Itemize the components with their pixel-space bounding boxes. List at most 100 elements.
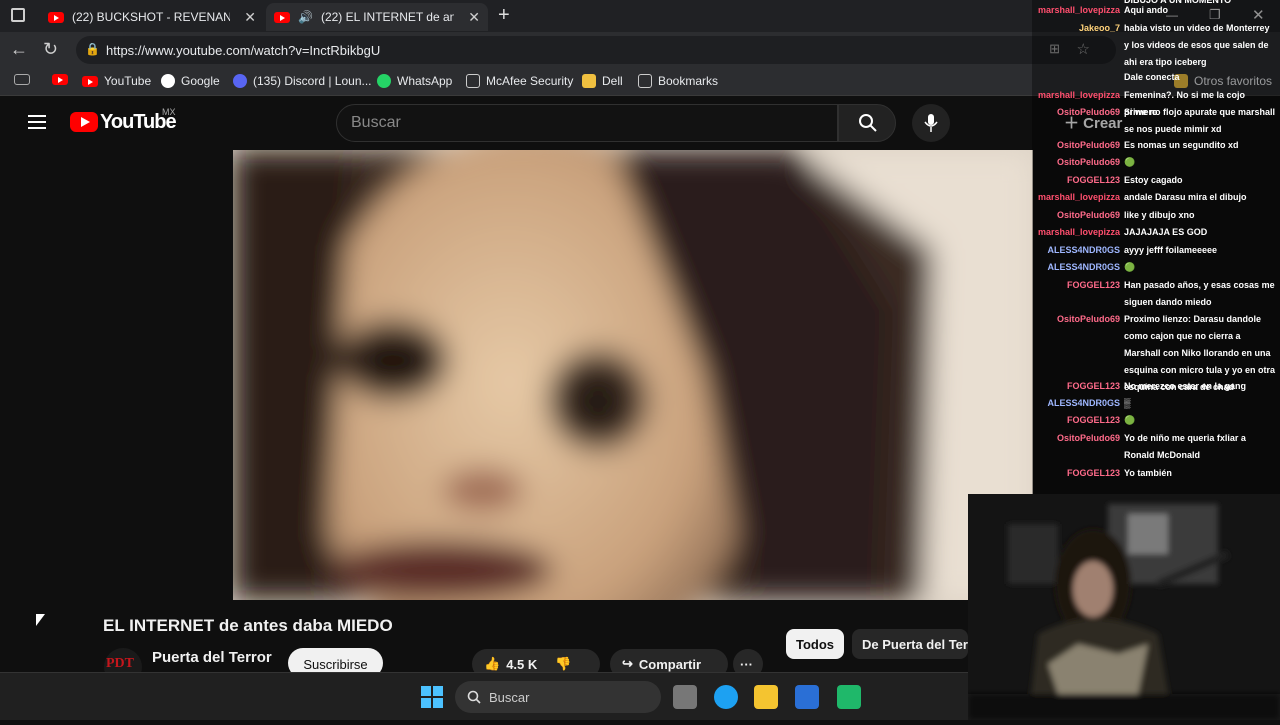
chat-text: like y dibujo xno [1124,210,1195,220]
chat-username: marshall_lovepizza [1037,5,1120,15]
chat-text: 🟢 [1124,262,1136,272]
chat-text: Es nomas un segundito xd [1124,140,1239,150]
voice-search-button[interactable] [912,104,950,142]
reload-icon[interactable]: ↻ [43,39,58,60]
chat-message: marshall_lovepizza JAJAJAJA ES GOD [1032,224,1277,241]
like-count: 4.5 K [506,656,538,672]
chat-message: OsitoPeludo69 like y dibujo xno [1032,207,1277,224]
edge-browser-icon[interactable] [714,685,738,709]
bookmark-youtube[interactable]: YouTube [82,74,151,88]
youtube-shortcut-icon[interactable] [52,74,68,85]
chat-username: OsitoPeludo69 [1056,210,1120,220]
tab-title: (22) BUCKSHOT - REVENANT PRO [72,10,231,24]
chip-channel[interactable]: De Puerta del Terr [852,629,968,659]
microphone-icon [924,114,938,132]
menu-icon[interactable] [28,115,46,129]
tab-close-icon[interactable]: ✕ [244,9,256,26]
search-icon [467,690,481,704]
address-url: https://www.youtube.com/watch?v=InctRbik… [106,42,381,58]
tab-buckshot[interactable]: (22) BUCKSHOT - REVENANT PRO ✕ [40,3,264,31]
tab-title: (22) EL INTERNET de antes d [320,10,455,24]
bookmark-dell[interactable]: Dell [582,74,623,88]
video-player[interactable] [233,150,1033,600]
chat-message: marshall_lovepizza andale Darasu mira el … [1032,189,1277,206]
video-title: EL INTERNET de antes daba MIEDO [103,616,393,635]
chat-text: ▒ [1124,398,1131,408]
search-icon [859,114,877,132]
chat-message: Jakeoo_7 habia visto un video de Monterre… [1032,20,1277,71]
microsoft-store-icon[interactable] [795,685,819,709]
chip-todos[interactable]: Todos [786,629,845,659]
chat-message: ALESS4NDR0GS 🟢 [1032,259,1277,276]
chat-message: FOGGEL123 Estoy cagado [1032,172,1277,189]
youtube-logo-icon[interactable] [70,112,98,132]
chat-username: ALESS4NDR0GS [1047,398,1120,408]
chat-text: Yo de niño me queria fxliar a Ronald McD… [1124,433,1246,460]
chat-message: FOGGEL123 Yo también [1032,465,1277,482]
bookmark-discord[interactable]: (135) Discord | Loun... [233,74,372,88]
chat-text: Si we no flojo apurate que marshall se n… [1124,107,1276,134]
thumbs-down-icon[interactable]: 👎 [555,656,571,672]
chat-text: Dale conecta [1124,72,1180,82]
region-code: MX [162,107,176,117]
youtube-favicon-icon [274,11,290,23]
back-icon[interactable]: ← [10,39,28,60]
tab-actions-icon[interactable] [11,8,25,22]
new-tab-button[interactable]: + [498,4,510,27]
chat-text: andale Darasu mira el dibujo [1124,192,1247,202]
green-app-icon[interactable] [837,685,861,709]
channel-name[interactable]: Puerta del Terror [152,649,272,666]
tab-close-icon[interactable]: ✕ [468,9,480,26]
chat-text: ayyy jefff foilameeeee [1124,245,1218,255]
chat-message: Dale conecta [1032,69,1277,86]
bookmark-google[interactable]: Google [161,74,220,88]
bookmark-whatsapp[interactable]: WhatsApp [377,74,452,88]
bookmark-bookmarks[interactable]: Bookmarks [638,74,718,88]
task-view-icon[interactable] [673,685,697,709]
bookmarks-toggle-icon[interactable] [14,74,30,85]
chat-username: FOGGEL123 [1066,468,1120,478]
chat-message: OsitoPeludo69 Si we no flojo apurate que … [1032,104,1277,138]
search-input[interactable]: Buscar [336,104,838,142]
video-info: EL INTERNET de antes daba MIEDO PDT Puer… [0,600,1032,686]
webcam-feed [968,494,1280,720]
chat-username: marshall_lovepizza [1037,227,1120,237]
tab-el-internet[interactable]: 🔊 (22) EL INTERNET de antes d ✕ [266,3,488,31]
chat-message: ALESS4NDR0GS ayyy jefff foilameeeee [1032,242,1277,259]
chat-message: marshall_lovepizza Aqui ando [1032,2,1277,19]
thumbs-up-icon: 👍 [484,656,501,671]
bookmark-mcafee[interactable]: McAfee Security [466,74,573,88]
chat-text: Aqui ando [1124,5,1168,15]
chat-text: 🟢 [1124,415,1136,425]
chat-text: Han pasado años, y esas cosas me siguen … [1124,280,1275,307]
file-explorer-icon[interactable] [754,685,778,709]
chat-text: habia visto un video de Monterrey y los … [1124,23,1270,67]
share-icon: ↪ [622,656,633,671]
video-frame [233,150,1033,600]
windows-taskbar: Buscar [0,672,968,720]
chat-username [1032,69,1124,86]
chat-message: ALESS4NDR0GS ▒ [1032,395,1277,412]
chat-text: Yo también [1124,468,1172,478]
chat-username: OsitoPeludo69 [1056,157,1120,167]
chat-username: FOGGEL123 [1066,280,1120,290]
chat-message: FOGGEL123 🟢 [1032,412,1277,429]
windows-start-icon[interactable] [421,686,443,708]
chat-username: OsitoPeludo69 [1056,107,1120,117]
chat-text: 🟢 [1124,157,1136,167]
chat-username: FOGGEL123 [1066,381,1120,391]
search-button[interactable] [838,104,896,142]
audio-playing-icon[interactable]: 🔊 [298,10,313,24]
lock-icon: 🔒 [85,42,100,56]
chat-message: FOGGEL123 Han pasado años, y esas cosas m… [1032,277,1277,311]
chat-message: OsitoPeludo69 Yo de niño me queria fxliar… [1032,430,1277,464]
address-bar[interactable]: 🔒 https://www.youtube.com/watch?v=InctRb… [76,36,1116,64]
chat-username: OsitoPeludo69 [1056,140,1120,150]
chat-message: OsitoPeludo69 Es nomas un segundito xd [1032,137,1277,154]
chat-text: Estoy cagado [1124,175,1183,185]
chat-username: ALESS4NDR0GS [1047,245,1120,255]
taskbar-search-input[interactable]: Buscar [455,681,661,713]
chat-username: OsitoPeludo69 [1056,433,1120,443]
chat-username: marshall_lovepizza [1037,192,1120,202]
webcam-overlay [968,494,1280,720]
